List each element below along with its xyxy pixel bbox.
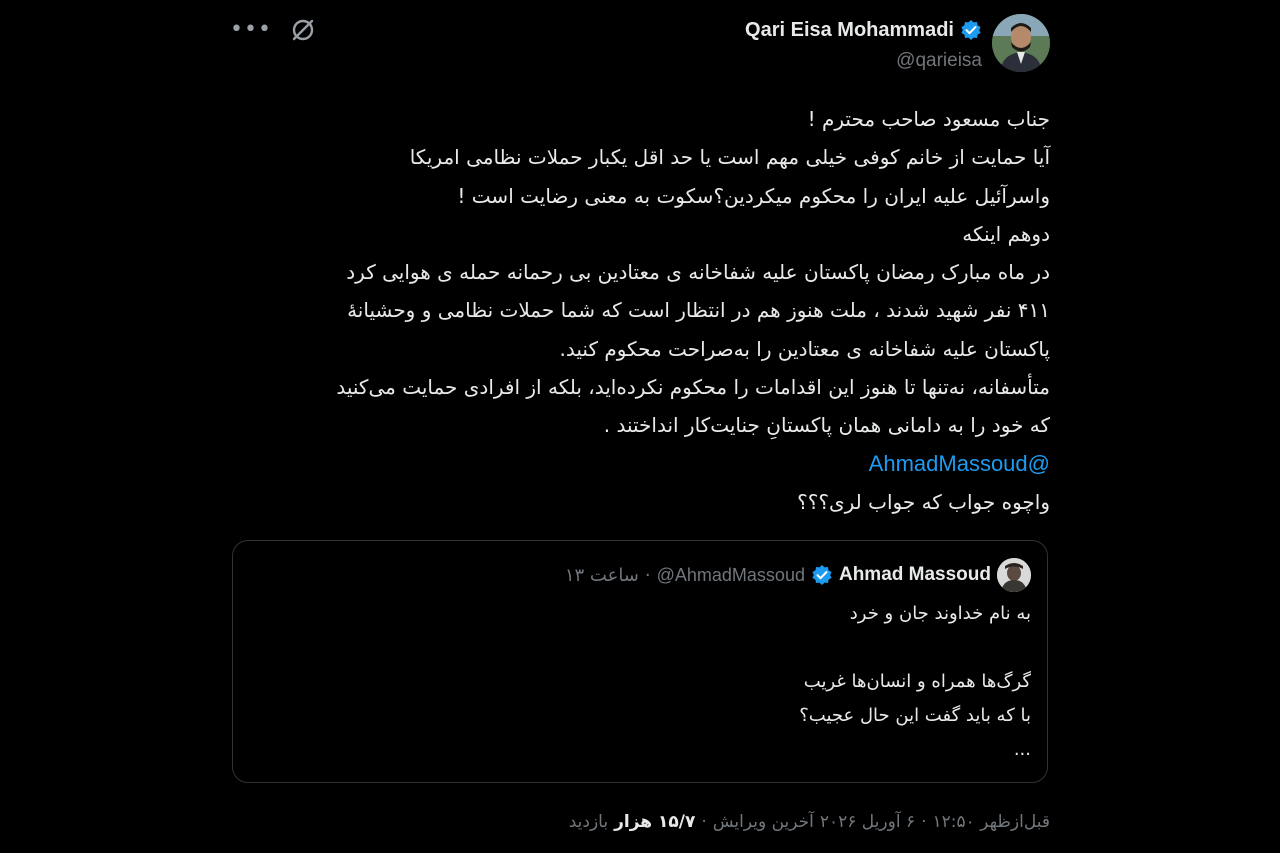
author-display-name[interactable]: Qari Eisa Mohammadi: [745, 19, 954, 42]
grok-icon[interactable]: [290, 17, 316, 43]
tweet-line: که خود را به دامانی همان پاکستانِ جنایت‌…: [603, 413, 1050, 438]
tweet-line: آیا حمایت از خانم کوفی خیلی مهم است یا ح…: [409, 145, 1050, 170]
quoted-author-avatar[interactable]: [997, 558, 1031, 592]
quoted-line: ...: [1013, 739, 1031, 760]
tweet-line: در ماه مبارک رمضان پاکستان علیه شفاخانه …: [346, 260, 1050, 285]
tweet-actions-top: •••: [230, 14, 316, 46]
quoted-line: [799, 631, 1031, 665]
tweet-line: جناب مسعود صاحب محترم !: [807, 107, 1050, 131]
tweet-line: پاکستان علیه شفاخانه ی معتادین را به‌صرا…: [559, 336, 1050, 361]
verified-badge-icon: [961, 20, 981, 40]
views-label: بازدید: [568, 812, 609, 832]
quoted-line: گرگ‌ها همراه و انسان‌ها غریب: [803, 671, 1031, 692]
quoted-tweet-header: Ahmad Massoud @AhmadMassoud · ساعت ۱۳: [565, 558, 1031, 592]
mention-link[interactable]: @AhmadMassoud: [869, 451, 1050, 476]
verified-badge-icon: [812, 565, 832, 585]
author-avatar[interactable]: [992, 14, 1050, 72]
tweet-line: متأسفانه، نه‌تنها تا هنوز این اقدامات را…: [336, 375, 1050, 400]
author-handle[interactable]: @qarieisa: [745, 50, 982, 72]
tweet-line: واسرآئیل علیه ایران را محکوم میکردین؟سکو…: [457, 183, 1050, 208]
tweet-line: واچوه جواب که جواب لری؟؟؟: [797, 489, 1050, 514]
separator-dot: ·: [644, 564, 651, 586]
more-horizontal-icon[interactable]: •••: [230, 19, 272, 41]
quoted-tweet[interactable]: Ahmad Massoud @AhmadMassoud · ساعت ۱۳ به…: [232, 540, 1048, 783]
quoted-author-name[interactable]: Ahmad Massoud: [839, 564, 991, 586]
tweet-line: دوهم اینکه: [962, 221, 1050, 246]
last-edited-link[interactable]: آخرین ویرایش: [713, 812, 814, 832]
quoted-line: با که باید گفت این حال عجیب؟: [799, 705, 1031, 726]
separator-dot: ·: [921, 812, 927, 832]
tweet: ••• Qari Eisa Mohammadi @qarieisa جناب م…: [230, 0, 1050, 853]
tweet-body: جناب مسعود صاحب محترم ! آیا حمایت از خان…: [230, 100, 1050, 521]
author-name-row: Qari Eisa Mohammadi: [745, 14, 982, 46]
tweet-date[interactable]: ۶ آوریل ۲۰۲۶: [820, 812, 915, 832]
tweet-line: ۴۱۱ نفر شهید شدند ، ملت هنوز هم در انتظا…: [347, 298, 1050, 323]
quoted-tweet-time[interactable]: ساعت ۱۳: [565, 565, 639, 586]
quoted-author-handle[interactable]: @AhmadMassoud: [657, 565, 805, 586]
author-info: Qari Eisa Mohammadi @qarieisa: [745, 14, 982, 72]
separator-dot: ·: [701, 812, 707, 832]
tweet-time[interactable]: قبل‌ازظهر ۱۲:۵۰: [933, 812, 1050, 832]
views-count: ۱۵/۷ هزار: [614, 812, 696, 832]
tweet-meta: قبل‌ازظهر ۱۲:۵۰ · ۶ آوریل ۲۰۲۶ آخرین ویر…: [569, 812, 1050, 832]
mention-line: @AhmadMassoud: [230, 445, 1050, 483]
quoted-tweet-body: به نام خداوند جان و خرد گرگ‌ها همراه و ا…: [799, 597, 1031, 767]
quoted-line: به نام خداوند جان و خرد: [849, 603, 1031, 624]
